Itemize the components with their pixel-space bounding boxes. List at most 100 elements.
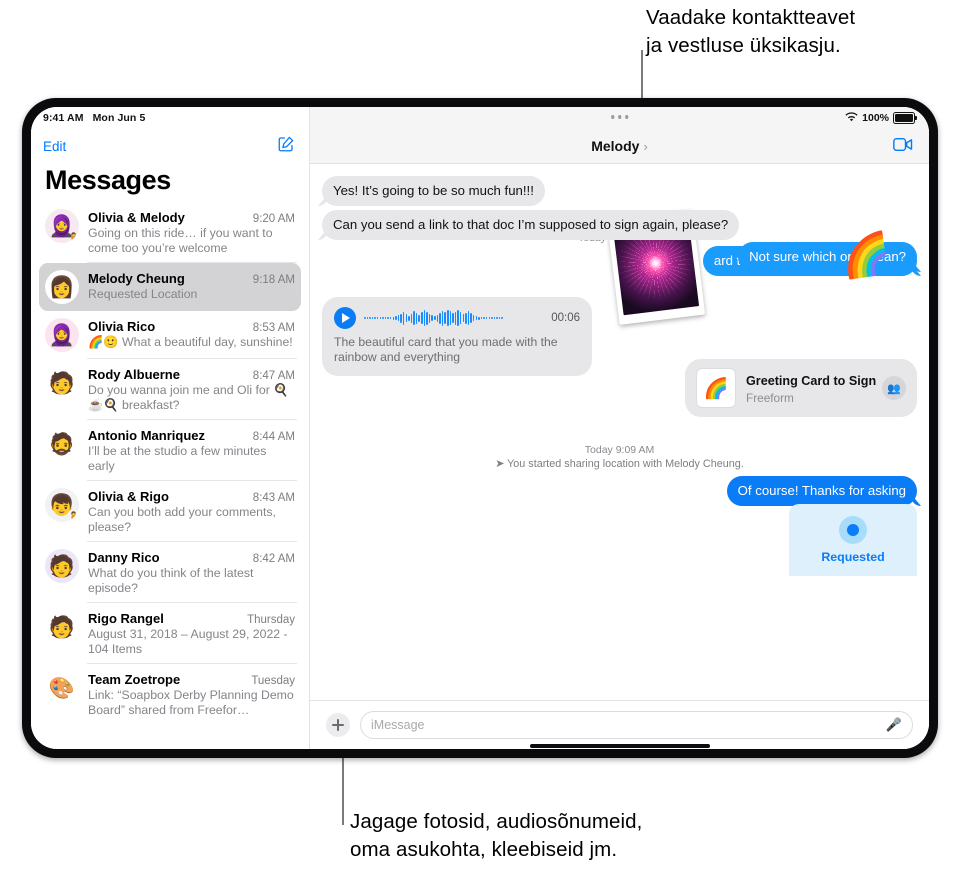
edit-button[interactable]: Edit bbox=[43, 139, 66, 154]
facetime-video-icon[interactable] bbox=[893, 137, 913, 157]
waveform-bar bbox=[405, 314, 407, 322]
ipad-screen: 9:41 AM Mon Jun 5 Edit Messages 🧕🧍Olivia… bbox=[31, 107, 929, 749]
conversation-list-item[interactable]: 🎨 Team Zoetrope Tuesday Link: “Soapbox Derb… bbox=[39, 664, 301, 725]
waveform-bar bbox=[467, 311, 470, 325]
conversation-list-item[interactable]: 👦🧍 Olivia & Rigo 8:43 AMCan you both add y… bbox=[39, 481, 301, 542]
waveform-bar bbox=[364, 317, 366, 319]
conversation-timestamp: 9:20 AM bbox=[252, 213, 295, 225]
conversation-timestamp: 8:53 AM bbox=[252, 322, 295, 334]
waveform-bar bbox=[439, 312, 441, 324]
battery-percent-label: 100% bbox=[862, 112, 889, 124]
audio-message-bubble[interactable]: 00:06 The beautiful card that you made w… bbox=[322, 297, 592, 376]
waveform-bar bbox=[418, 314, 420, 322]
search-input[interactable]: iMessage 🎤 bbox=[360, 711, 913, 739]
conversation-list-item[interactable]: 👩 Melody Cheung 9:18 AM Requested Location bbox=[39, 263, 301, 311]
location-status-time: Today 9:09 AM bbox=[584, 444, 655, 456]
compose-bar: iMessage 🎤 bbox=[310, 700, 929, 749]
waveform-bar bbox=[478, 316, 480, 320]
waveform-bar bbox=[457, 310, 459, 326]
waveform-bar bbox=[382, 317, 384, 319]
waveform-bar bbox=[397, 315, 400, 321]
waveform-bar bbox=[493, 317, 496, 319]
conversation-preview: Link: “Soapbox Derby Planning Demo Board… bbox=[88, 688, 294, 717]
status-bar-left: 9:41 AM Mon Jun 5 bbox=[31, 107, 309, 129]
conversation-name: Olivia & Melody bbox=[88, 210, 185, 225]
rainbow-sticker[interactable]: 🌈 bbox=[838, 231, 893, 282]
conversation-list-item[interactable]: 🧑 Rody Albuerne 8:47 AM Do you wanna join m… bbox=[39, 359, 301, 420]
conversation-list: 🧕🧍Olivia & Melody9:20 AMGoing on this ri… bbox=[31, 202, 309, 725]
location-arrow-icon: ➤ bbox=[495, 458, 505, 470]
location-dot-icon bbox=[839, 516, 867, 544]
conversation-preview: Going on this ride… if you want to come … bbox=[88, 226, 273, 255]
status-bar-indicators: 100% bbox=[845, 111, 917, 125]
waveform-bar bbox=[436, 314, 439, 322]
conversation-list-item[interactable]: 🧔 Antonio Manriquez 8:44 AM I’ll be at the … bbox=[39, 420, 301, 481]
message-bubble-outgoing-3[interactable]: Of course! Thanks for asking bbox=[726, 476, 917, 506]
message-bubble-incoming-2[interactable]: Can you send a link to that doc I’m supp… bbox=[322, 210, 740, 240]
conversation-item-body: Melody Cheung 9:18 AM Requested Location bbox=[88, 270, 295, 304]
waveform-bar bbox=[483, 317, 485, 319]
waveform-bar bbox=[431, 315, 433, 321]
conversation-timestamp: 8:47 AM bbox=[252, 370, 295, 382]
conversation-list-item[interactable]: 🧑 Rigo Rangel Thursday August 31, 2018 – Au… bbox=[39, 603, 301, 664]
waveform-bar bbox=[402, 311, 405, 325]
message-bubble-incoming-1[interactable]: Yes! It’s going to be so much fun!!! bbox=[322, 176, 545, 206]
audio-waveform[interactable] bbox=[364, 308, 543, 328]
waveform-bar bbox=[462, 314, 465, 322]
conversation-preview: August 31, 2018 – August 29, 2022 - 104 … bbox=[88, 627, 288, 656]
waveform-bar bbox=[488, 317, 490, 319]
waveform-bar bbox=[379, 317, 382, 319]
play-icon[interactable] bbox=[334, 307, 356, 329]
contact-name-title[interactable]: Melody bbox=[591, 138, 639, 154]
conversation-name: Team Zoetrope bbox=[88, 672, 181, 687]
waveform-bar bbox=[395, 316, 397, 320]
messages-sidebar: 9:41 AM Mon Jun 5 Edit Messages 🧕🧍Olivia… bbox=[31, 107, 310, 749]
plus-icon[interactable] bbox=[326, 713, 350, 737]
waveform-bar bbox=[498, 317, 501, 319]
waveform-bar bbox=[415, 312, 418, 324]
multitask-dots-icon[interactable] bbox=[610, 115, 629, 119]
avatar: 👦🧍 bbox=[45, 488, 79, 522]
waveform-bar bbox=[459, 312, 462, 324]
message-thread: Today ard to seeing you tomorrow night Y… bbox=[310, 164, 929, 700]
conversation-name: Antonio Manriquez bbox=[88, 428, 205, 443]
waveform-bar bbox=[449, 311, 452, 325]
waveform-bar bbox=[454, 311, 457, 325]
compose-icon[interactable] bbox=[277, 135, 295, 158]
conversation-preview: Do you wanna join me and Oli for 🍳☕🍳 bre… bbox=[88, 383, 289, 412]
waveform-bar bbox=[423, 310, 426, 326]
avatar: 🧑 bbox=[45, 610, 79, 644]
avatar-badge: 🧍 bbox=[66, 512, 79, 522]
waveform-bar bbox=[389, 317, 392, 319]
people-icon[interactable]: 👥 bbox=[882, 376, 906, 400]
conversation-preview: Requested Location bbox=[88, 287, 198, 301]
conversation-item-header: Olivia Rico 8:53 AM bbox=[88, 319, 295, 334]
conversation-item-body: Olivia & Rigo 8:43 AM Can you both add you… bbox=[88, 488, 295, 535]
avatar: 🎨 bbox=[45, 671, 79, 705]
conversation-header: Melody › bbox=[310, 129, 929, 164]
chevron-right-icon[interactable]: › bbox=[643, 139, 647, 154]
conversation-item-body: Team Zoetrope Tuesday Link: “Soapbox Derby… bbox=[88, 671, 295, 718]
waveform-bar bbox=[475, 316, 478, 320]
conversation-timestamp: Tuesday bbox=[251, 675, 295, 687]
conversation-item-header: Antonio Manriquez 8:44 AM bbox=[88, 428, 295, 443]
waveform-bar bbox=[421, 312, 423, 324]
card-text-block: Greeting Card to Sign Freeform bbox=[746, 372, 876, 405]
conversation-list-item[interactable]: 🧑 Danny Rico 8:42 AM What do you think of t… bbox=[39, 542, 301, 603]
waveform-bar bbox=[410, 313, 413, 323]
battery-icon bbox=[893, 112, 917, 124]
shared-document-card[interactable]: 🌈 Greeting Card to Sign Freeform 👥 bbox=[685, 359, 917, 417]
audio-player-row: 00:06 bbox=[334, 307, 580, 329]
waveform-bar bbox=[366, 317, 369, 319]
waveform-bar bbox=[444, 312, 446, 324]
requested-label: Requested bbox=[821, 550, 885, 564]
conversation-preview: I’ll be at the studio a few minutes earl… bbox=[88, 444, 267, 473]
ipad-device-frame: 9:41 AM Mon Jun 5 Edit Messages 🧕🧍Olivia… bbox=[22, 98, 938, 758]
location-status-text: You started sharing location with Melody… bbox=[507, 458, 744, 470]
conversation-list-item[interactable]: 🧕🧍 Olivia & Melody 9:20 AMGoing on this ri… bbox=[39, 202, 301, 263]
conversation-list-item[interactable]: 🧕 Olivia Rico 8:53 AM 🌈🙂 What a beautiful d… bbox=[39, 311, 301, 359]
microphone-icon[interactable]: 🎤 bbox=[886, 717, 902, 733]
waveform-bar bbox=[369, 317, 371, 319]
card-subtitle: Freeform bbox=[746, 390, 794, 405]
requested-location-card[interactable]: Requested bbox=[789, 504, 917, 576]
